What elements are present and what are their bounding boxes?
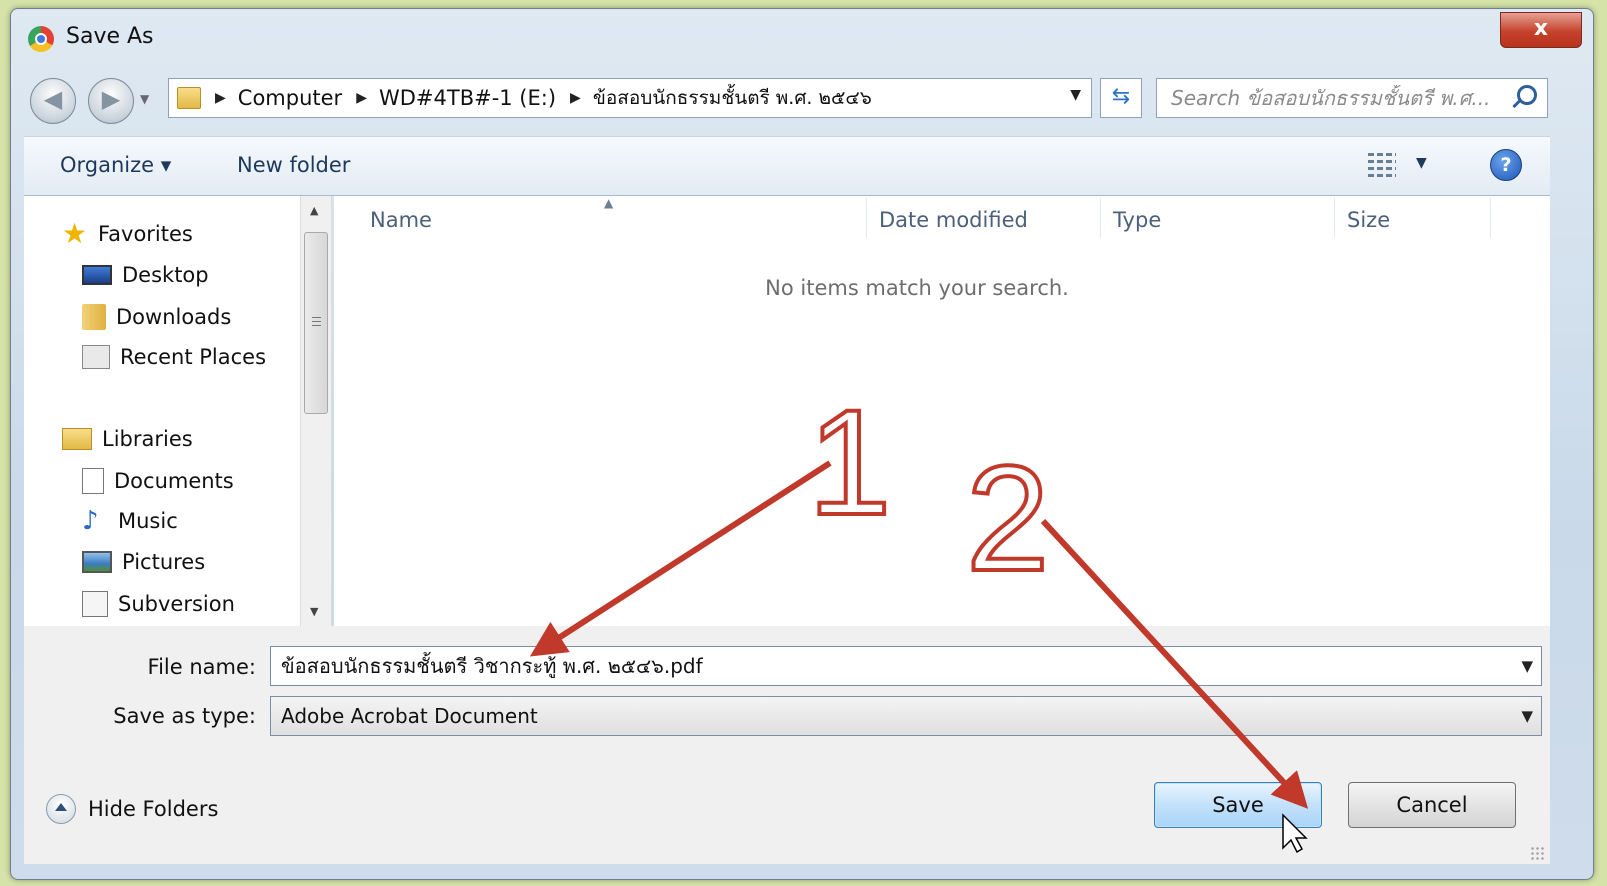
address-bar[interactable]: ▶ Computer ▶ WD#4TB#-1 (E:) ▶ ข้อสอบนักธรรม… <box>168 78 1092 118</box>
chrome-icon <box>28 26 54 52</box>
search-input[interactable] <box>1169 85 1503 111</box>
chevron-down-icon[interactable]: ▼ <box>1521 697 1533 735</box>
empty-message: No items match your search. <box>765 276 1069 300</box>
arrow-left-icon: ◀ <box>43 85 63 113</box>
pictures-icon <box>82 551 112 573</box>
search-box[interactable] <box>1156 78 1548 118</box>
save-type-label: Save as type: <box>113 704 256 728</box>
breadcrumb-drive[interactable]: ▶ WD#4TB#-1 (E:) <box>342 86 556 110</box>
arrow-right-icon: ▶ <box>101 85 121 113</box>
save-type-value: Adobe Acrobat Document <box>281 704 538 728</box>
file-name-label: File name: <box>147 655 256 679</box>
sidebar-item-music[interactable]: ♪ Music <box>82 506 178 536</box>
sort-ascending-icon: ▲ <box>604 196 614 210</box>
file-name-field[interactable]: ข้อสอบนักธรรมชั้นตรี วิชากระทู้ พ.ศ. ๒๕๔… <box>270 646 1542 686</box>
sidebar-item-subversion[interactable]: Subversion <box>82 591 235 617</box>
change-view-icon[interactable] <box>1368 151 1398 177</box>
sidebar-item-desktop[interactable]: Desktop <box>82 263 209 287</box>
back-button[interactable]: ◀ <box>30 78 76 124</box>
sidebar-item-libraries[interactable]: Libraries <box>62 427 193 451</box>
desktop-icon <box>82 265 112 285</box>
navigation-scrollbar[interactable]: ▲ ▼ <box>300 196 332 626</box>
file-name-value: ข้อสอบนักธรรมชั้นตรี วิชากระทู้ พ.ศ. ๒๕๔… <box>281 654 703 678</box>
sidebar-item-pictures[interactable]: Pictures <box>82 550 205 574</box>
subversion-icon <box>82 591 108 617</box>
new-folder-button[interactable]: New folder <box>237 153 350 177</box>
organize-button[interactable]: Organize ▾ <box>60 153 171 177</box>
column-header-size[interactable]: Size <box>1347 208 1390 232</box>
chevron-right-icon: ▶ <box>356 90 367 106</box>
sidebar-item-downloads[interactable]: Downloads <box>82 304 231 330</box>
star-icon: ★ <box>62 217 88 250</box>
breadcrumb-folder[interactable]: ▶ ข้อสอบนักธรรมชั้นตรี พ.ศ. ๒๕๔๖ <box>556 83 872 113</box>
view-options-dropdown[interactable]: ▼ <box>1416 155 1427 171</box>
folder-icon <box>177 87 201 109</box>
grip-icon <box>312 317 321 327</box>
column-header-date-modified[interactable]: Date modified <box>879 208 1028 232</box>
command-toolbar: Organize ▾ New folder ▼ ? <box>24 136 1550 196</box>
libraries-icon <box>62 428 92 450</box>
save-form: File name: ข้อสอบนักธรรมชั้นตรี วิชากระท… <box>24 626 1550 864</box>
recent-places-icon <box>82 345 110 369</box>
scroll-up-icon[interactable]: ▲ <box>310 204 318 217</box>
breadcrumb-computer[interactable]: ▶ Computer <box>201 86 342 110</box>
cancel-button[interactable]: Cancel <box>1348 782 1516 828</box>
save-button[interactable]: Save <box>1154 782 1322 828</box>
downloads-folder-icon <box>82 304 106 330</box>
refresh-icon: ⇆ <box>1111 84 1131 109</box>
resize-grip[interactable] <box>1530 846 1544 860</box>
hide-folders-button[interactable]: Hide Folders <box>46 794 218 824</box>
save-type-select[interactable]: Adobe Acrobat Document ▼ <box>270 696 1542 736</box>
chevron-down-icon[interactable]: ▼ <box>1070 87 1081 103</box>
column-divider[interactable] <box>866 198 867 238</box>
scroll-thumb[interactable] <box>304 232 328 414</box>
column-divider[interactable] <box>1334 198 1335 238</box>
forward-button[interactable]: ▶ <box>88 78 134 124</box>
collapse-icon <box>46 794 76 824</box>
help-button[interactable]: ? <box>1490 149 1522 181</box>
chevron-right-icon: ▶ <box>215 90 226 106</box>
window-title: Save As <box>66 24 154 49</box>
column-divider[interactable] <box>1490 198 1491 238</box>
navigation-pane: ★ Favorites Desktop Downloads Recent Pla… <box>24 196 300 626</box>
column-header-name[interactable]: Name <box>370 208 432 232</box>
column-divider[interactable] <box>1100 198 1101 238</box>
recent-locations-dropdown[interactable]: ▼ <box>140 92 149 106</box>
documents-icon <box>82 468 104 494</box>
column-header-type[interactable]: Type <box>1113 208 1161 232</box>
refresh-button[interactable]: ⇆ <box>1100 78 1142 118</box>
file-list: ▲ Name Date modified Type Size No items … <box>334 196 1550 626</box>
chevron-right-icon: ▶ <box>570 90 581 106</box>
sidebar-item-documents[interactable]: Documents <box>82 468 234 494</box>
scroll-down-icon[interactable]: ▼ <box>310 605 318 618</box>
chevron-down-icon[interactable]: ▼ <box>1521 647 1533 685</box>
search-icon <box>1517 85 1537 105</box>
sidebar-item-favorites[interactable]: ★ Favorites <box>62 217 193 250</box>
close-button[interactable]: x <box>1500 12 1582 48</box>
sidebar-item-recent-places[interactable]: Recent Places <box>82 345 266 369</box>
music-icon: ♪ <box>82 506 99 536</box>
